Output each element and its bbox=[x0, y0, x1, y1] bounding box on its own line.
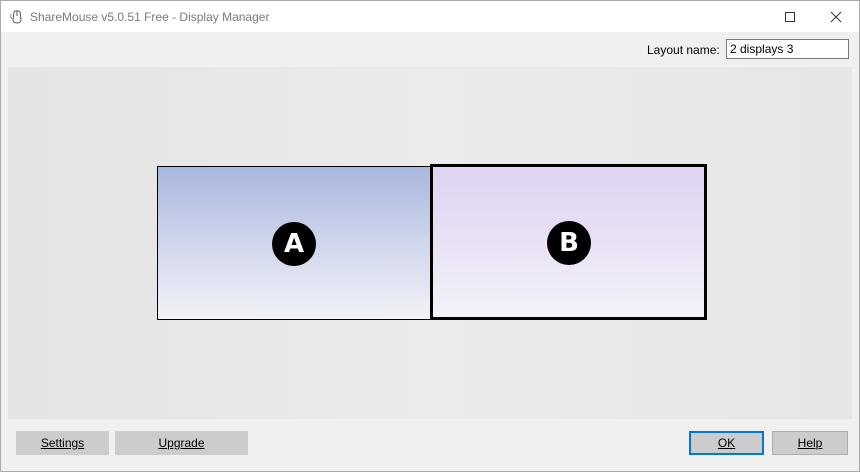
ok-button[interactable]: OK bbox=[689, 431, 764, 455]
title-bar[interactable]: ShareMouse v5.0.51 Free - Display Manage… bbox=[1, 1, 859, 32]
display-a[interactable]: A bbox=[157, 166, 432, 320]
display-b[interactable]: B bbox=[430, 164, 707, 320]
display-a-badge: A bbox=[272, 222, 316, 266]
maximize-icon bbox=[785, 12, 795, 22]
display-manager-window: ShareMouse v5.0.51 Free - Display Manage… bbox=[0, 0, 860, 472]
close-icon bbox=[830, 11, 842, 23]
display-layout-canvas[interactable]: A B bbox=[8, 67, 852, 419]
display-b-badge: B bbox=[547, 221, 591, 265]
maximize-button[interactable] bbox=[767, 1, 813, 32]
close-button[interactable] bbox=[813, 1, 859, 32]
help-button[interactable]: Help bbox=[772, 431, 848, 455]
settings-button[interactable]: Settings bbox=[16, 431, 109, 455]
layout-name-input[interactable] bbox=[726, 39, 849, 59]
sharemouse-mouse-icon bbox=[9, 9, 25, 25]
layout-name-label: Layout name: bbox=[647, 43, 720, 57]
upgrade-button[interactable]: Upgrade bbox=[115, 431, 248, 455]
window-title: ShareMouse v5.0.51 Free - Display Manage… bbox=[30, 10, 270, 24]
